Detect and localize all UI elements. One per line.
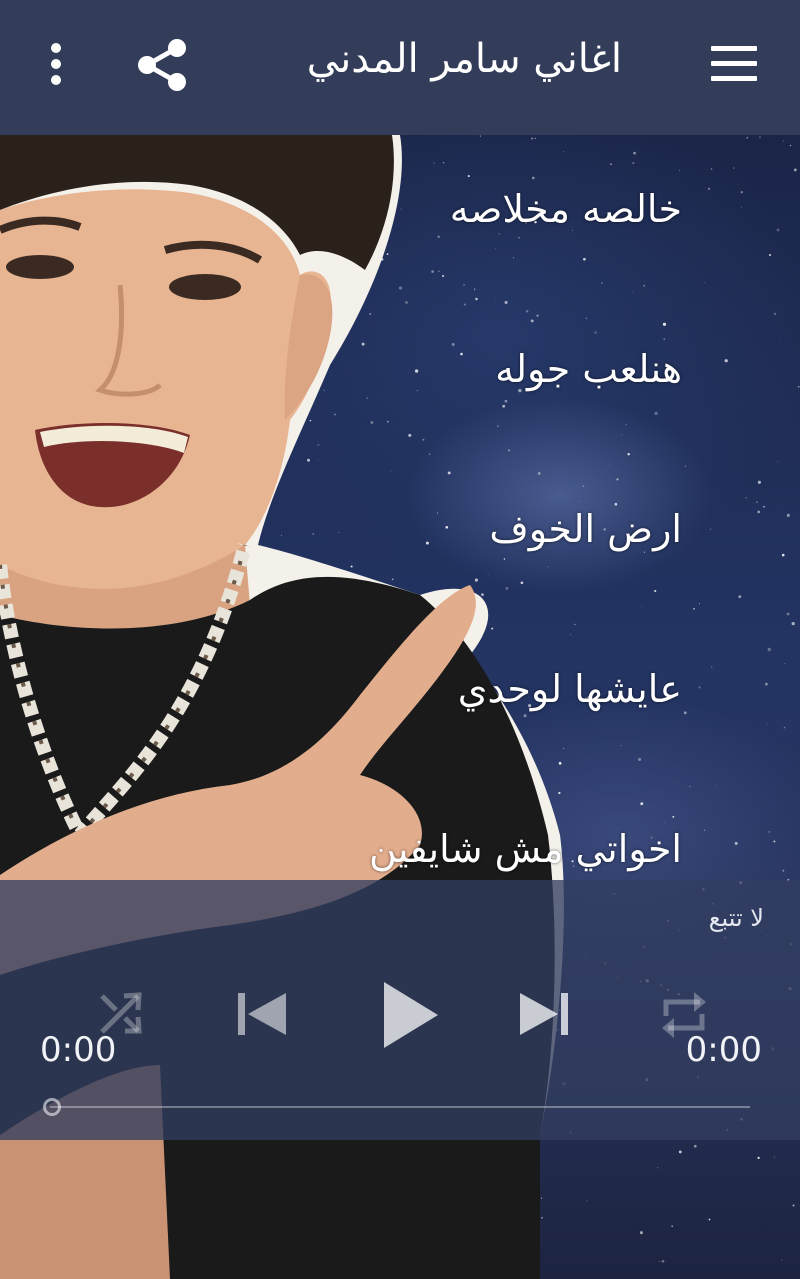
more-options-button[interactable]	[46, 42, 66, 86]
now-playing-title: لا تتبع	[708, 904, 764, 932]
song-item[interactable]: هنلعب جوله	[495, 347, 682, 391]
seek-bar-thumb[interactable]	[43, 1098, 61, 1116]
previous-button[interactable]	[236, 990, 288, 1042]
hamburger-line	[711, 61, 757, 66]
music-player-panel: لا تتبع 0:00 0:00	[0, 880, 800, 1140]
app-bar: اغاني سامر المدني	[0, 0, 800, 135]
elapsed-time: 0:00	[40, 1030, 117, 1070]
hamburger-line	[711, 76, 757, 81]
skip-previous-icon	[238, 993, 286, 1035]
seek-bar[interactable]	[50, 1106, 750, 1108]
total-duration: 0:00	[685, 1030, 762, 1070]
app-title: اغاني سامر المدني	[306, 36, 622, 82]
more-vertical-icon	[51, 43, 61, 85]
song-item[interactable]: عايشها لوحدي	[458, 667, 682, 711]
share-button[interactable]	[136, 38, 188, 92]
song-item[interactable]: اخواتي مش شايفين	[369, 827, 682, 871]
song-item[interactable]: ارض الخوف	[489, 507, 682, 551]
navigation-menu-button[interactable]	[711, 46, 757, 82]
song-list: خالصه مخلاصه هنلعب جوله ارض الخوف عايشها…	[0, 135, 800, 880]
next-button[interactable]	[518, 990, 570, 1042]
play-button[interactable]	[382, 980, 440, 1054]
skip-next-icon	[520, 993, 568, 1035]
share-icon	[138, 39, 186, 91]
play-icon	[384, 982, 438, 1048]
hamburger-menu-icon	[711, 46, 757, 51]
song-item[interactable]: خالصه مخلاصه	[450, 187, 682, 231]
